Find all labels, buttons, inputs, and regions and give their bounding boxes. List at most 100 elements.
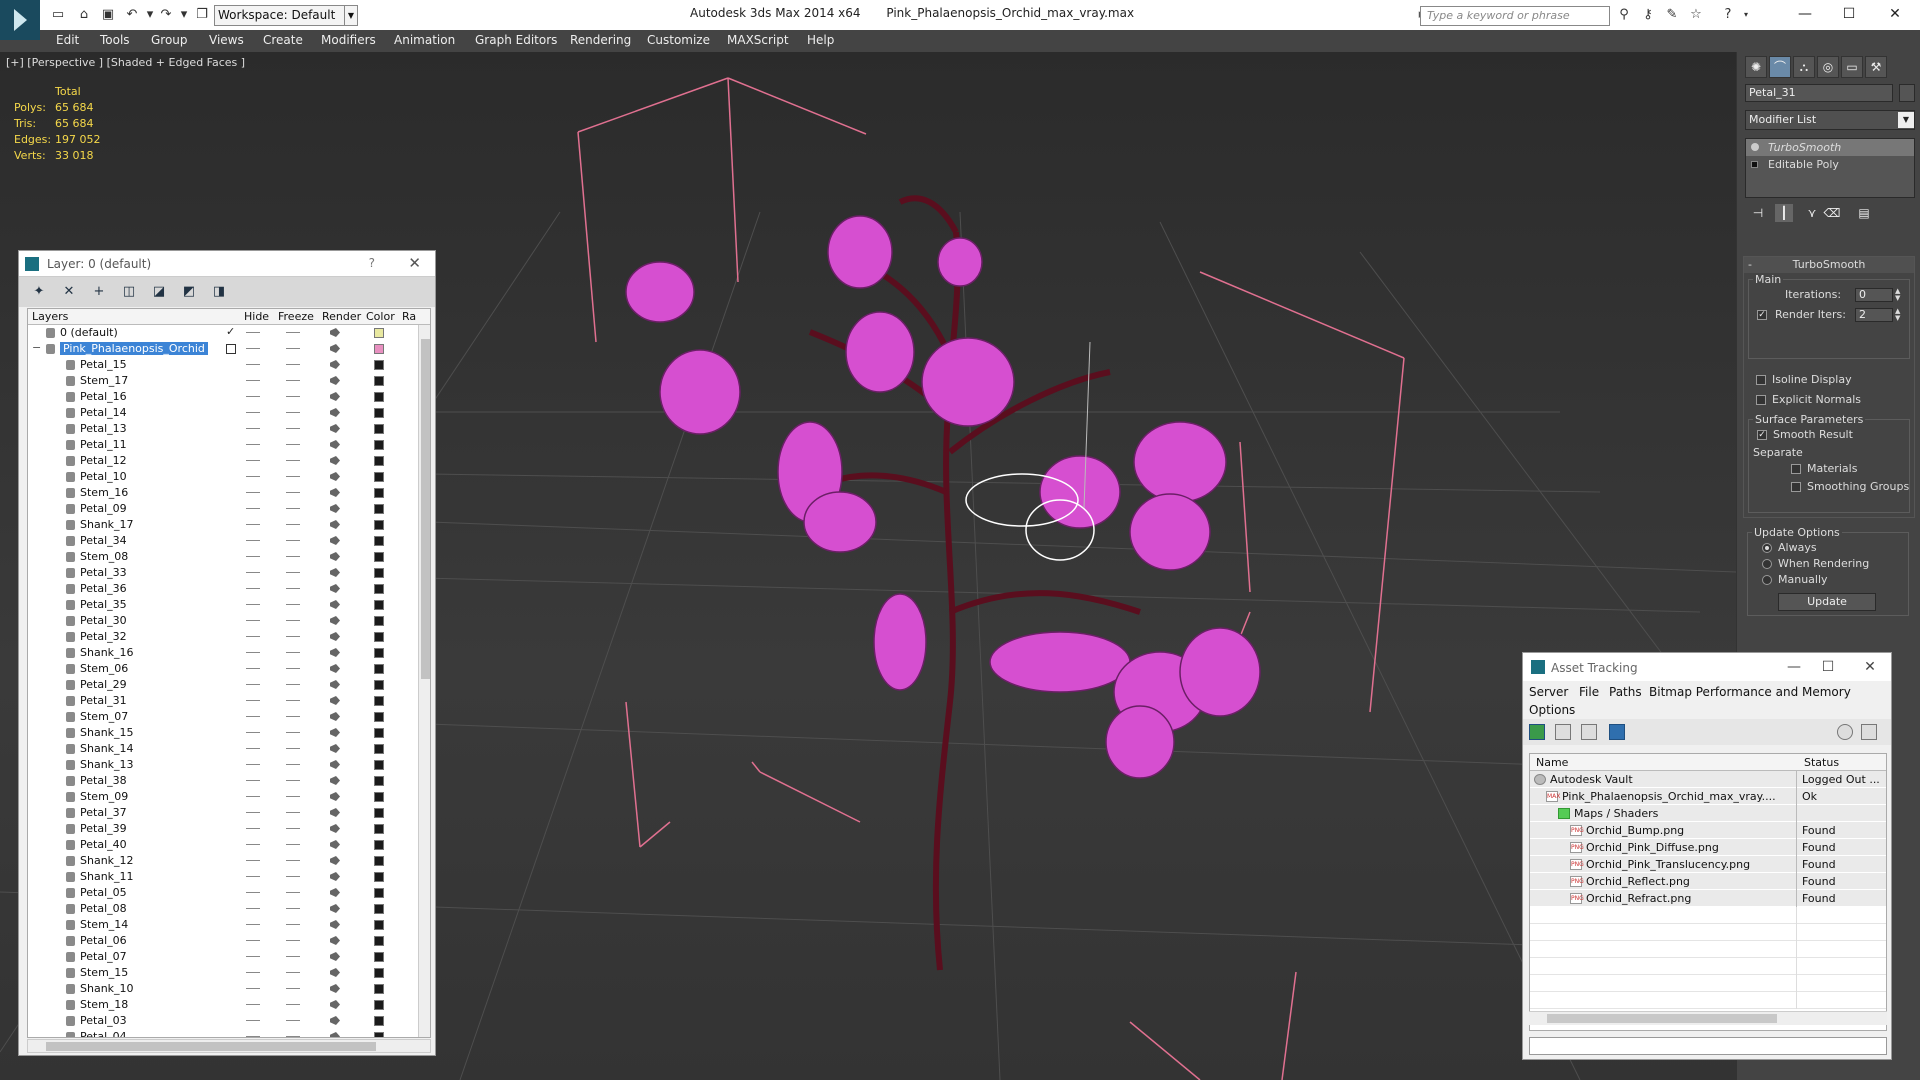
- help-icon[interactable]: ?: [1720, 7, 1736, 23]
- settings-icon[interactable]: [1861, 724, 1877, 740]
- help-button[interactable]: ?: [369, 256, 375, 270]
- smooth-result-checkbox[interactable]: ✓: [1757, 430, 1767, 440]
- asset-row[interactable]: Maps / Shaders: [1530, 805, 1886, 822]
- render-icon[interactable]: [330, 520, 340, 529]
- configure-modifier-sets-icon[interactable]: ▤: [1855, 204, 1873, 222]
- freeze-toggle[interactable]: [286, 748, 300, 749]
- update-button[interactable]: Update: [1778, 593, 1876, 611]
- display-tab-icon[interactable]: ▭: [1841, 56, 1863, 78]
- menu-options[interactable]: Options: [1529, 703, 1575, 717]
- layer-color-swatch[interactable]: [374, 328, 384, 338]
- freeze-toggle[interactable]: [286, 556, 300, 557]
- delete-layer-icon[interactable]: ✕: [61, 284, 77, 300]
- spinner-arrows-icon[interactable]: ▲ ▼: [1895, 308, 1903, 322]
- render-icon[interactable]: [330, 1032, 340, 1037]
- object-color-swatch[interactable]: [374, 472, 384, 482]
- freeze-toggle[interactable]: [286, 540, 300, 541]
- menu-modifiers[interactable]: Modifiers: [321, 33, 376, 47]
- freeze-toggle[interactable]: [286, 780, 300, 781]
- hide-toggle[interactable]: [246, 668, 260, 669]
- render-iters-checkbox[interactable]: ✓: [1757, 310, 1767, 320]
- render-icon[interactable]: [330, 616, 340, 625]
- list-view-icon[interactable]: [1555, 724, 1571, 740]
- layer-object-row[interactable]: Petal_31: [28, 693, 430, 709]
- subscription-icon[interactable]: ✎: [1664, 7, 1680, 23]
- hierarchy-tab-icon[interactable]: ⛬: [1793, 56, 1815, 78]
- render-icon[interactable]: [330, 712, 340, 721]
- layer-object-row[interactable]: Stem_09: [28, 789, 430, 805]
- create-layer-icon[interactable]: ✦: [31, 284, 47, 300]
- hide-toggle[interactable]: [246, 428, 260, 429]
- layer-object-row[interactable]: Stem_16: [28, 485, 430, 501]
- hide-toggle[interactable]: [246, 588, 260, 589]
- object-color-swatch[interactable]: [374, 392, 384, 402]
- layer-object-row[interactable]: Stem_15: [28, 965, 430, 981]
- render-icon[interactable]: [330, 632, 340, 641]
- freeze-toggle[interactable]: [286, 892, 300, 893]
- freeze-toggle[interactable]: [286, 956, 300, 957]
- layer-object-row[interactable]: Petal_05: [28, 885, 430, 901]
- render-icon[interactable]: [330, 856, 340, 865]
- freeze-toggle[interactable]: [286, 652, 300, 653]
- object-color-swatch[interactable]: [374, 1032, 384, 1037]
- freeze-toggle[interactable]: [286, 604, 300, 605]
- render-icon[interactable]: [330, 1016, 340, 1025]
- object-color-swatch[interactable]: [374, 408, 384, 418]
- col-render[interactable]: Render: [322, 310, 361, 323]
- render-icon[interactable]: [330, 568, 340, 577]
- freeze-toggle[interactable]: [286, 828, 300, 829]
- hide-toggle[interactable]: [246, 956, 260, 957]
- layer-object-row[interactable]: Petal_08: [28, 901, 430, 917]
- explicit-normals-checkbox[interactable]: [1756, 395, 1766, 405]
- help-dropdown-icon[interactable]: ▾: [1738, 7, 1754, 23]
- hide-toggle[interactable]: [246, 508, 260, 509]
- undo-dropdown-icon[interactable]: ▾: [142, 7, 158, 23]
- render-icon[interactable]: [330, 584, 340, 593]
- object-color-swatch[interactable]: [374, 664, 384, 674]
- layer-object-row[interactable]: Petal_35: [28, 597, 430, 613]
- object-color-swatch[interactable]: [374, 952, 384, 962]
- layer-object-row[interactable]: Shank_11: [28, 869, 430, 885]
- layer-object-row[interactable]: Petal_15: [28, 357, 430, 373]
- col-hide[interactable]: Hide: [244, 310, 269, 323]
- render-icon[interactable]: [330, 472, 340, 481]
- close-button[interactable]: ✕: [1855, 657, 1885, 677]
- menu-edit[interactable]: Edit: [56, 33, 79, 47]
- freeze-toggle[interactable]: [286, 796, 300, 797]
- add-to-layer-icon[interactable]: +: [91, 284, 107, 300]
- object-color-swatch[interactable]: [374, 728, 384, 738]
- menu-server[interactable]: Server: [1529, 685, 1568, 699]
- render-icon[interactable]: [330, 824, 340, 833]
- always-radio[interactable]: [1762, 543, 1772, 553]
- freeze-toggle[interactable]: [286, 508, 300, 509]
- freeze-toggle[interactable]: [286, 1036, 300, 1037]
- freeze-toggle[interactable]: [286, 908, 300, 909]
- freeze-toggle[interactable]: [286, 572, 300, 573]
- object-color-swatch[interactable]: [374, 840, 384, 850]
- modify-tab-icon[interactable]: ⌒: [1769, 56, 1791, 78]
- project-folder-icon[interactable]: ❐: [194, 7, 210, 23]
- render-icon[interactable]: [330, 536, 340, 545]
- render-icon[interactable]: [330, 488, 340, 497]
- layer-object-row[interactable]: Shank_16: [28, 645, 430, 661]
- binoculars-icon[interactable]: ⚲: [1616, 7, 1632, 23]
- freeze-toggle[interactable]: [286, 396, 300, 397]
- hide-toggle[interactable]: [246, 908, 260, 909]
- render-icon[interactable]: [330, 936, 340, 945]
- hide-toggle[interactable]: [246, 364, 260, 365]
- freeze-toggle[interactable]: [286, 684, 300, 685]
- menu-rendering[interactable]: Rendering: [570, 33, 631, 47]
- freeze-toggle[interactable]: [286, 716, 300, 717]
- layer-object-row[interactable]: Shank_14: [28, 741, 430, 757]
- render-icon[interactable]: [330, 664, 340, 673]
- menu-graph-editors[interactable]: Graph Editors: [475, 33, 557, 47]
- render-icon[interactable]: [330, 408, 340, 417]
- layer-vertical-scrollbar[interactable]: [418, 325, 430, 1037]
- table-view-icon[interactable]: [1609, 724, 1625, 740]
- object-color-swatch[interactable]: [374, 456, 384, 466]
- hide-toggle[interactable]: [246, 748, 260, 749]
- modifier-list-dropdown[interactable]: Modifier List ▼: [1745, 110, 1915, 130]
- stack-item-editable-poly[interactable]: Editable Poly: [1746, 156, 1914, 173]
- freeze-toggle[interactable]: [286, 876, 300, 877]
- object-color-swatch[interactable]: [374, 552, 384, 562]
